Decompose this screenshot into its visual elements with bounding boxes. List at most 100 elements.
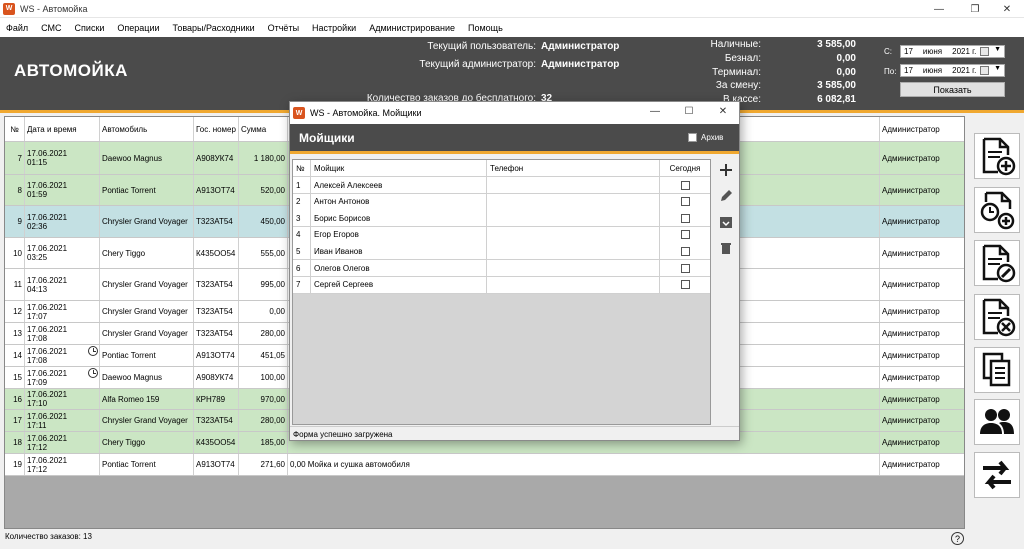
today-checkbox[interactable] <box>680 197 690 207</box>
column-header[interactable]: Сумма <box>239 117 288 141</box>
column-header[interactable]: Дата и время <box>25 117 100 141</box>
washer-number: 4 <box>293 226 311 243</box>
admin-cell: Администратор <box>882 351 940 360</box>
car-cell: Alfa Romeo 159 <box>100 389 194 409</box>
column-header[interactable]: № <box>293 160 311 176</box>
menu-sms[interactable]: СМС <box>41 23 61 33</box>
edit-washer-button[interactable] <box>716 186 736 206</box>
scheduled-order-button[interactable] <box>974 187 1020 233</box>
delete-order-button[interactable] <box>974 294 1020 340</box>
sum-cell: 450,00 <box>239 206 288 237</box>
column-header[interactable]: Администратор <box>880 117 964 141</box>
today-checkbox[interactable] <box>680 180 690 190</box>
column-header[interactable]: Мойщик <box>311 160 487 176</box>
archive-checkbox[interactable] <box>688 133 697 142</box>
show-button[interactable]: Показать <box>900 82 1005 97</box>
washer-row[interactable]: 2 Антон Антонов <box>293 193 710 211</box>
add-washer-button[interactable] <box>716 160 736 180</box>
minimize-button[interactable]: — <box>922 0 956 18</box>
date-text: 17.06.2021 <box>27 275 68 285</box>
today-checkbox[interactable] <box>680 230 690 240</box>
menu-help[interactable]: Помощь <box>468 23 503 33</box>
column-header[interactable]: Телефон <box>487 160 660 176</box>
column-header[interactable]: Гос. номер <box>194 117 239 141</box>
sum-cell: 995,00 <box>239 269 288 300</box>
doc-clock-icon <box>980 191 1015 230</box>
admin-cell: Администратор <box>882 307 940 316</box>
column-header[interactable]: № <box>5 117 25 141</box>
calendar-icon[interactable] <box>980 66 989 75</box>
washer-phone <box>487 243 660 260</box>
sum-cell: 280,00 <box>239 323 288 344</box>
washer-row[interactable]: 7 Сергей Сергеев <box>293 276 710 294</box>
plate-cell: А908УК74 <box>194 142 239 174</box>
dialog-maximize-button[interactable]: ☐ <box>672 102 706 120</box>
dialog-close-button[interactable]: ✕ <box>706 102 740 120</box>
delete-washer-button[interactable] <box>716 238 736 258</box>
menu-reports[interactable]: Отчёты <box>268 23 299 33</box>
restore-button[interactable]: ❐ <box>958 0 992 18</box>
plate-cell: А913ОТ74 <box>194 454 239 475</box>
washer-number: 5 <box>293 243 311 260</box>
menu-settings[interactable]: Настройки <box>312 23 356 33</box>
time-text: 04:13 <box>27 284 48 294</box>
datetime-cell: 17.06.2021 17:12 <box>25 454 100 475</box>
edit-order-button[interactable] <box>974 240 1020 286</box>
dialog-status: Форма успешно загружена <box>290 426 739 441</box>
car-cell: Chrysler Grand Voyager <box>100 410 194 431</box>
date-text: 17.06.2021 <box>27 302 68 312</box>
clients-button[interactable] <box>974 399 1020 445</box>
time-text: 17:11 <box>27 420 47 430</box>
menu-file[interactable]: Файл <box>6 23 28 33</box>
washer-name: Борис Борисов <box>311 210 487 227</box>
washer-name: Олегов Олегов <box>311 260 487 276</box>
chevron-down-icon[interactable]: ▼ <box>994 46 1001 53</box>
calendar-icon[interactable] <box>980 47 989 56</box>
dialog-minimize-button[interactable]: — <box>638 102 672 120</box>
from-date-picker[interactable]: 17 июня 2021 г. ▼ <box>900 45 1005 58</box>
copy-order-button[interactable] <box>974 347 1020 393</box>
column-header[interactable]: Автомобиль <box>100 117 194 141</box>
admin-cell: Администратор <box>882 438 940 447</box>
menu-operations[interactable]: Операции <box>117 23 159 33</box>
new-order-button[interactable] <box>974 133 1020 179</box>
washer-row[interactable]: 6 Олегов Олегов <box>293 260 710 277</box>
admin-cell: Администратор <box>882 329 940 338</box>
close-button[interactable]: ✕ <box>990 0 1024 18</box>
swap-arrows-icon <box>983 460 1011 490</box>
washer-row[interactable]: 4 Егор Егоров <box>293 226 710 244</box>
transfer-button[interactable] <box>974 452 1020 498</box>
chevron-down-icon[interactable]: ▼ <box>994 65 1001 72</box>
documents-icon <box>982 352 1011 387</box>
datetime-cell: 17.06.2021 01:15 <box>25 142 100 174</box>
washer-phone <box>487 276 660 293</box>
plate-cell: Т323АТ54 <box>194 323 239 344</box>
menu-lists[interactable]: Списки <box>75 23 105 33</box>
menu-admin[interactable]: Администрирование <box>369 23 455 33</box>
help-icon[interactable]: ? <box>951 532 964 545</box>
table-row[interactable]: 19 17.06.2021 17:12 Pontiac Torrent А913ОТ74… <box>5 454 964 476</box>
washer-row[interactable]: 1 Алексей Алексеев <box>293 177 710 194</box>
today-cell <box>660 210 710 226</box>
today-checkbox[interactable] <box>680 263 690 273</box>
cashless-value: 0,00 <box>836 53 856 64</box>
today-checkbox[interactable] <box>680 246 690 256</box>
column-header[interactable]: Сегодня <box>660 160 710 176</box>
shift-label: За смену: <box>715 80 761 91</box>
washer-row[interactable]: 5 Иван Иванов <box>293 243 710 261</box>
admin-cell: Администратор <box>882 460 940 469</box>
today-checkbox[interactable] <box>680 213 690 223</box>
menu-goods[interactable]: Товары/Расходники <box>173 23 255 33</box>
today-checkbox[interactable] <box>680 280 690 290</box>
to-date-picker[interactable]: 17 июня 2021 г. ▼ <box>900 64 1005 77</box>
today-cell <box>660 260 710 276</box>
archive-washer-button[interactable] <box>716 212 736 232</box>
plate-cell: К435ОО54 <box>194 432 239 453</box>
today-cell <box>660 177 710 193</box>
row-number: 14 <box>5 345 25 366</box>
date-text: 17.06.2021 <box>27 212 68 222</box>
washer-row[interactable]: 3 Борис Борисов <box>293 210 710 228</box>
sum-cell: 280,00 <box>239 410 288 431</box>
cash-label: Наличные: <box>710 39 761 50</box>
menu-bar: Файл СМС Списки Операции Товары/Расходни… <box>0 18 1024 37</box>
